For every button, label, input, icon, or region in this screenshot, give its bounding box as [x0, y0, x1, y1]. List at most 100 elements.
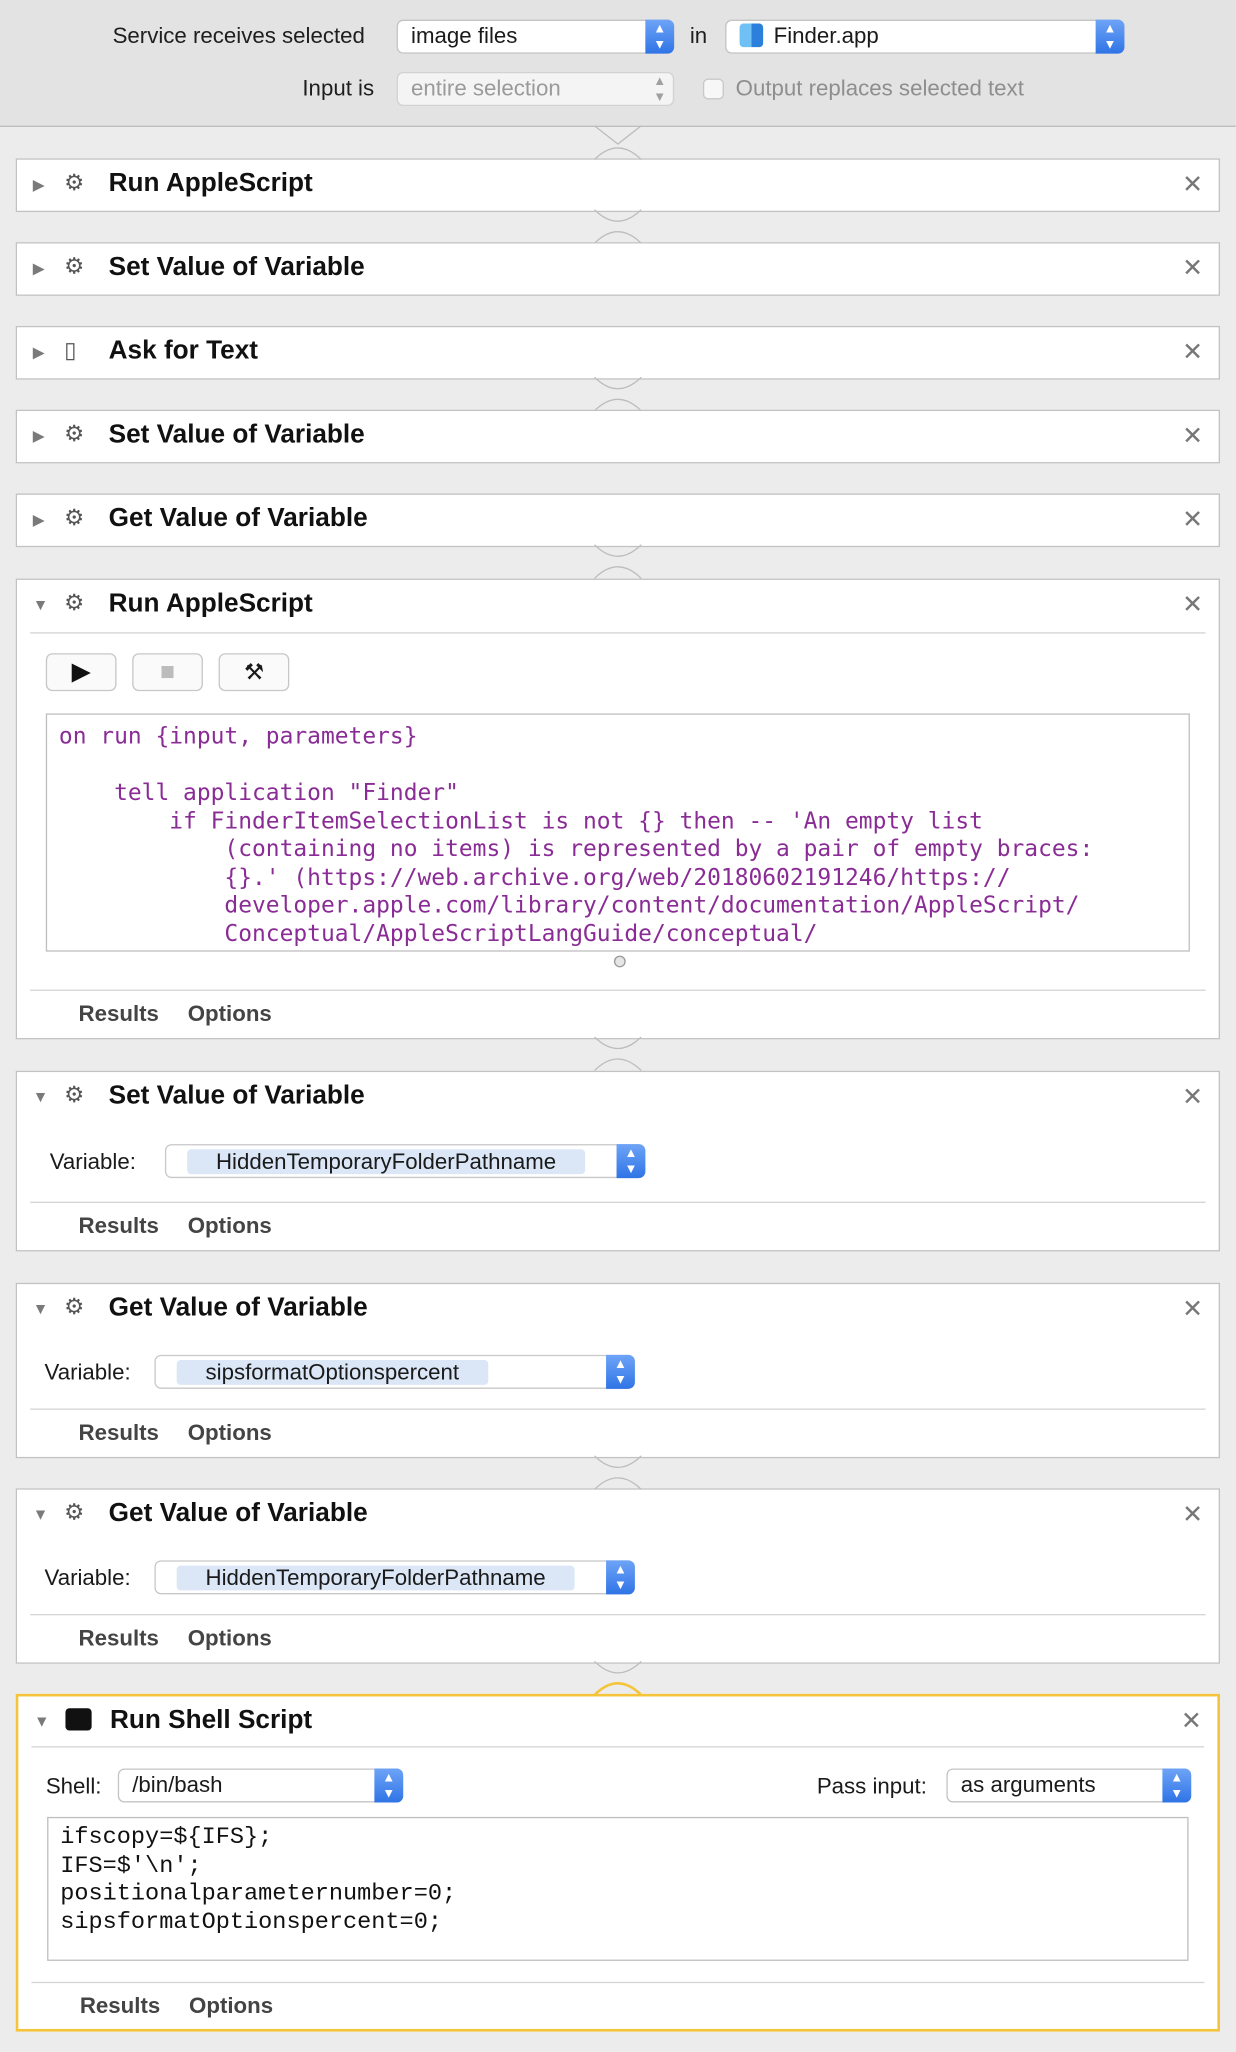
shell-script-editor[interactable]: ifscopy=${IFS}; IFS=$'\n'; positionalpar… [47, 1816, 1189, 1961]
action-title: Set Value of Variable [108, 420, 365, 449]
action-get-value-of-variable-expanded[interactable]: ▼ ⚙ Get Value of Variable ✕ Variable: si… [15, 1282, 1220, 1459]
workflow-connector [594, 1661, 642, 1696]
action-title: Get Value of Variable [108, 1293, 368, 1323]
stepper-arrows-icon: ▲ ▼ [1095, 19, 1125, 54]
in-label: in [689, 23, 708, 49]
applescript-editor[interactable]: on run {input, parameters} tell applicat… [45, 713, 1190, 952]
note-icon: ▯ [64, 337, 77, 363]
disclosure-triangle-right-icon[interactable]: ▶ [33, 175, 45, 193]
terminal-icon [65, 1707, 96, 1733]
close-icon[interactable]: ✕ [1182, 421, 1203, 451]
input-is-popup[interactable]: entire selection ▲ ▼ [396, 71, 675, 107]
action-title-bar: ▶ ⚙ Set Value of Variable ✕ [17, 411, 1219, 461]
disclosure-triangle-right-icon[interactable]: ▶ [33, 343, 45, 361]
disclosure-triangle-down-icon[interactable]: ▼ [33, 1505, 49, 1523]
action-tabs: Results Options [80, 1994, 302, 2020]
action-set-value-of-variable-expanded[interactable]: ▼ ⚙ Set Value of Variable ✕ Variable: Hi… [15, 1070, 1220, 1252]
robot-icon: ⚙ [64, 1500, 85, 1525]
results-tab[interactable]: Results [80, 1994, 160, 2019]
close-icon[interactable]: ✕ [1182, 1083, 1203, 1113]
pass-input-value: as arguments [960, 1772, 1096, 1798]
workflow-connector [594, 125, 642, 160]
shell-popup[interactable]: /bin/bash ▲ ▼ [117, 1768, 404, 1803]
disclosure-triangle-down-icon[interactable]: ▼ [33, 1088, 49, 1106]
action-title-bar: ▼ ⚙ Set Value of Variable ✕ [17, 1072, 1219, 1122]
close-icon[interactable]: ✕ [1182, 1500, 1203, 1530]
disclosure-triangle-down-icon[interactable]: ▼ [33, 596, 49, 614]
robot-icon: ⚙ [64, 590, 85, 616]
action-set-value-of-variable[interactable]: ▶ ⚙ Set Value of Variable ✕ [15, 242, 1220, 296]
action-title-bar: ▼ ⚙ Get Value of Variable ✕ [17, 1490, 1219, 1540]
variable-popup[interactable]: sipsformatOptionspercent ▲ ▼ [154, 1354, 635, 1389]
workflow-connector [594, 544, 642, 579]
robot-icon: ⚙ [64, 253, 85, 279]
variable-label: Variable: [44, 1565, 131, 1591]
close-icon[interactable]: ✕ [1182, 590, 1203, 620]
options-tab[interactable]: Options [189, 1994, 273, 2019]
options-tab[interactable]: Options [188, 1420, 272, 1445]
action-title: Set Value of Variable [108, 252, 365, 282]
action-get-value-of-variable[interactable]: ▶ ⚙ Get Value of Variable ✕ [15, 493, 1220, 548]
disclosure-triangle-right-icon[interactable]: ▶ [33, 259, 45, 277]
divider [31, 1746, 1205, 1748]
variable-label: Variable: [49, 1149, 136, 1175]
service-input-type-popup[interactable]: image files ▲ ▼ [396, 19, 675, 54]
close-icon[interactable]: ✕ [1182, 338, 1203, 368]
options-tab[interactable]: Options [188, 1001, 272, 1026]
stop-script-button[interactable]: ■ [132, 653, 203, 692]
results-tab[interactable]: Results [79, 1213, 159, 1238]
variable-label: Variable: [44, 1360, 131, 1385]
stepper-arrows-icon: ▲ ▼ [645, 19, 675, 54]
disclosure-triangle-down-icon[interactable]: ▼ [34, 1712, 50, 1730]
workflow-connector [594, 376, 642, 412]
results-tab[interactable]: Results [79, 1001, 159, 1026]
application-popup[interactable]: Finder.app ▲ ▼ [725, 19, 1125, 54]
action-run-shell-script[interactable]: ▼ Run Shell Script ✕ Shell: /bin/bash ▲ ▼… [15, 1693, 1220, 2032]
resize-handle[interactable] [613, 955, 626, 968]
close-icon[interactable]: ✕ [1182, 505, 1203, 535]
disclosure-triangle-right-icon[interactable]: ▶ [33, 427, 45, 445]
stepper-arrows-icon: ▲ ▼ [374, 1768, 404, 1803]
stepper-arrows-icon: ▲ ▼ [1162, 1768, 1192, 1803]
output-replaces-checkbox[interactable] [702, 78, 724, 100]
close-icon[interactable]: ✕ [1181, 1707, 1202, 1737]
close-icon[interactable]: ✕ [1182, 170, 1203, 200]
action-set-value-of-variable[interactable]: ▶ ⚙ Set Value of Variable ✕ [15, 409, 1220, 464]
variable-popup[interactable]: HiddenTemporaryFolderPathname ▲ ▼ [154, 1560, 635, 1595]
variable-token: HiddenTemporaryFolderPathname [176, 1565, 575, 1591]
run-script-button[interactable]: ▶ [45, 653, 117, 692]
workflow-connector [594, 209, 642, 244]
divider [30, 1201, 1206, 1203]
action-title: Run Shell Script [109, 1705, 313, 1735]
action-title: Ask for Text [108, 336, 259, 366]
divider [31, 1981, 1205, 1984]
action-title: Run AppleScript [108, 168, 313, 198]
action-run-applescript[interactable]: ▶ ⚙ Run AppleScript ✕ [15, 158, 1220, 213]
stepper-arrows-icon: ▲ ▼ [606, 1560, 635, 1595]
variable-popup[interactable]: HiddenTemporaryFolderPathname ▲ ▼ [164, 1144, 646, 1179]
results-tab[interactable]: Results [79, 1626, 159, 1651]
action-title: Run AppleScript [108, 589, 313, 618]
results-tab[interactable]: Results [79, 1420, 159, 1445]
action-title-bar: ▼ ⚙ Run AppleScript ✕ [17, 580, 1219, 630]
divider [30, 632, 1206, 634]
action-run-applescript-expanded[interactable]: ▼ ⚙ Run AppleScript ✕ ▶ ■ ⚒ on run {inpu… [15, 578, 1220, 1040]
compile-hammer-button[interactable]: ⚒ [218, 653, 290, 692]
close-icon[interactable]: ✕ [1182, 1295, 1203, 1325]
action-ask-for-text[interactable]: ▶ ▯ Ask for Text ✕ [15, 325, 1220, 380]
action-title: Get Value of Variable [108, 503, 368, 533]
service-header: Service receives selected image files ▲ ▼… [0, 0, 1236, 127]
options-tab[interactable]: Options [188, 1213, 272, 1238]
service-receives-label: Service receives selected [112, 23, 365, 49]
close-icon[interactable]: ✕ [1182, 254, 1203, 284]
robot-icon: ⚙ [64, 421, 85, 447]
disclosure-triangle-down-icon[interactable]: ▼ [33, 1300, 49, 1318]
action-get-value-of-variable-expanded[interactable]: ▼ ⚙ Get Value of Variable ✕ Variable: Hi… [15, 1488, 1220, 1664]
action-title: Set Value of Variable [108, 1081, 365, 1111]
action-title: Get Value of Variable [108, 1498, 368, 1528]
pass-input-popup[interactable]: as arguments ▲ ▼ [946, 1768, 1192, 1803]
disclosure-triangle-right-icon[interactable]: ▶ [33, 511, 45, 529]
action-tabs: Results Options [79, 1420, 301, 1446]
input-is-label: Input is [302, 75, 375, 101]
options-tab[interactable]: Options [188, 1626, 272, 1651]
